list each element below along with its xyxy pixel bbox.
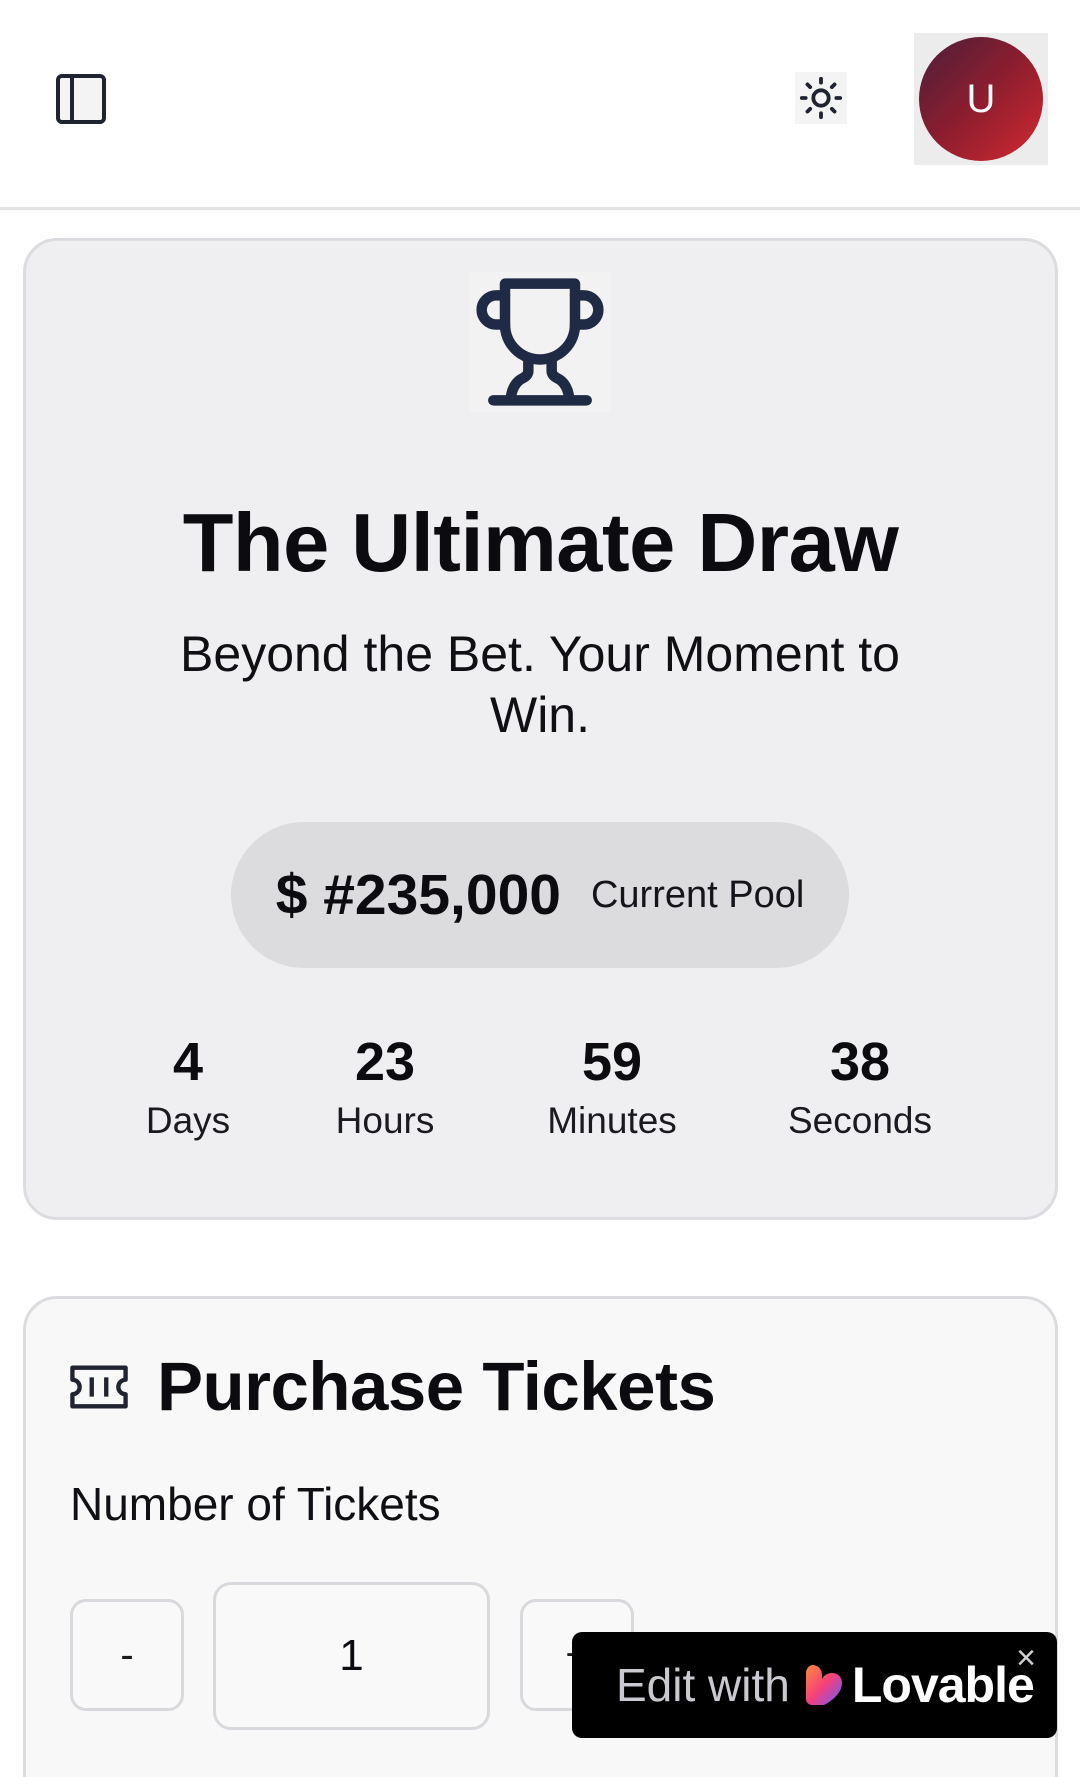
edit-with-text: Edit with	[616, 1659, 790, 1711]
countdown-label: Seconds	[788, 1100, 932, 1141]
trophy-icon	[470, 272, 610, 412]
countdown-seconds: 38 Seconds	[770, 1030, 950, 1144]
countdown-days: 4 Days	[118, 1030, 258, 1144]
theme-toggle-button[interactable]	[795, 72, 847, 124]
current-pool-badge: $ #235,000 Current Pool	[231, 822, 849, 968]
countdown-label: Days	[145, 1100, 231, 1141]
avatar: U	[919, 37, 1043, 161]
countdown-hours: 23 Hours	[305, 1030, 465, 1144]
ticket-icon	[70, 1365, 128, 1409]
draw-subtitle: Beyond the Bet. Your Moment to Win.	[180, 626, 900, 743]
countdown-label: Hours	[335, 1100, 435, 1141]
pool-amount: $ #235,000	[275, 863, 561, 927]
draw-title: The Ultimate Draw	[182, 496, 899, 589]
lovable-heart-icon	[805, 1665, 842, 1705]
countdown-value: 38	[829, 1032, 891, 1092]
countdown-value: 23	[354, 1032, 416, 1092]
sidebar-toggle-button[interactable]	[56, 74, 106, 124]
close-icon[interactable]: ×	[1010, 1641, 1042, 1675]
sun-icon	[799, 76, 843, 120]
quantity-label: Number of Tickets	[70, 1478, 441, 1530]
user-avatar-button[interactable]: U	[914, 33, 1048, 165]
decrement-button[interactable]: -	[70, 1599, 184, 1711]
countdown-label: Minutes	[547, 1100, 677, 1141]
countdown-value: 59	[581, 1032, 643, 1092]
countdown-value: 4	[172, 1032, 204, 1092]
purchase-title: Purchase Tickets	[157, 1348, 716, 1425]
ticket-quantity-input[interactable]	[213, 1582, 490, 1730]
edit-with-lovable-badge[interactable]: Edit with Lovable	[572, 1632, 1057, 1738]
lovable-brand: Lovable	[851, 1657, 1035, 1713]
pool-label: Current Pool	[590, 873, 805, 916]
top-header: U	[0, 0, 1080, 210]
countdown-minutes: 59 Minutes	[522, 1030, 702, 1144]
panel-left-icon	[70, 78, 74, 120]
